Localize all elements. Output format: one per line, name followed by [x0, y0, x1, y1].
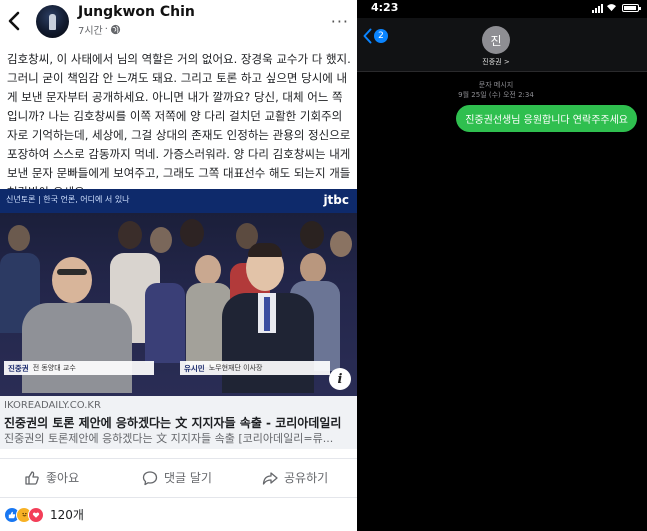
unread-badge: 2	[374, 29, 388, 43]
signal-icon	[592, 4, 603, 13]
conversation-header: 2 진 진중권 >	[357, 18, 647, 72]
author-avatar[interactable]	[36, 5, 69, 38]
channel-logo: jtbc	[323, 193, 349, 207]
info-icon[interactable]: i	[329, 368, 351, 390]
love-reaction-icon	[28, 506, 44, 523]
back-button[interactable]: 2	[363, 28, 388, 44]
link-description: 진중권의 토론제안에 응하겠다는 文 지지자들 속출 [코리아데일리=류...	[4, 432, 334, 445]
more-options-icon[interactable]: ···	[331, 12, 349, 31]
comment-icon	[142, 470, 158, 485]
broadcast-tag: 신년토론 | 한국 언론, 어디에 서 있나	[6, 195, 130, 204]
status-time: 4:23	[371, 1, 399, 14]
post-image[interactable]: 신년토론 | 한국 언론, 어디에 서 있나 jtbc 진중권 전 동양대 교수…	[0, 189, 357, 396]
caption-right: 유시민 노무현재단 이사장	[180, 361, 330, 375]
like-button[interactable]: 좋아요	[24, 469, 79, 486]
thumbs-up-icon	[25, 470, 39, 485]
link-title: 진중권의 토론 제안에 응하겠다는 文 지지자들 속출 - 코리아데일리	[4, 416, 342, 430]
like-label: 좋아요	[46, 471, 80, 485]
globe-icon	[110, 24, 121, 35]
author-name[interactable]: Jungkwon Chin	[78, 4, 195, 20]
post-text: 김호창씨, 이 사태에서 님의 역할은 거의 없어요. 장경욱 교수가 다 했지…	[7, 52, 351, 199]
caption-left-role: 전 동양대 교수	[32, 364, 76, 372]
caption-right-role: 노무현재단 이사장	[208, 364, 263, 372]
caption-right-name: 유시민	[184, 363, 205, 373]
contact-avatar[interactable]: 진	[482, 26, 510, 54]
broadcast-banner: 신년토론 | 한국 언론, 어디에 서 있나 jtbc	[0, 189, 357, 213]
wifi-icon	[607, 4, 616, 12]
contact-name[interactable]: 진중권 >	[357, 57, 635, 67]
post-header: Jungkwon Chin 7시간 · ···	[0, 0, 357, 44]
post-meta: 7시간 ·	[78, 22, 121, 37]
caption-left-name: 진중권	[8, 363, 29, 373]
link-preview[interactable]: IKOREADAILY.CO.KR 진중권의 토론 제안에 응하겠다는 文 지지…	[0, 396, 357, 449]
share-button[interactable]: 공유하기	[262, 469, 328, 486]
message-timestamp: 9월 25일 (수) 오전 2:34	[458, 91, 534, 99]
reaction-summary[interactable]: 120개	[4, 506, 84, 523]
facebook-post: Jungkwon Chin 7시간 · ··· 김호창씨, 이 사태에서 님의 …	[0, 0, 357, 531]
message-bubble[interactable]: 진중권선생님 응원합니다 연락주주세요	[456, 105, 637, 132]
status-bar: 4:23	[357, 0, 647, 18]
share-icon	[262, 471, 278, 485]
imessage-screen: 4:23 2 진 진중권 > 문자 메시지 9월 25일 (수) 오전 2:34…	[357, 0, 647, 531]
link-domain: IKOREADAILY.CO.KR	[4, 400, 101, 411]
comment-button[interactable]: 댓글 달기	[142, 469, 212, 486]
back-chevron-icon	[363, 28, 372, 44]
share-label: 공유하기	[284, 471, 329, 485]
battery-icon	[622, 4, 641, 12]
reaction-count: 120개	[50, 508, 84, 522]
post-time[interactable]: 7시간	[78, 22, 103, 37]
message-type: 문자 메시지	[478, 81, 514, 89]
post-actions: 좋아요 댓글 달기 공유하기	[0, 458, 357, 498]
caption-left: 진중권 전 동양대 교수	[4, 361, 154, 375]
comment-label: 댓글 달기	[164, 471, 212, 485]
back-chevron-icon[interactable]	[7, 11, 21, 31]
